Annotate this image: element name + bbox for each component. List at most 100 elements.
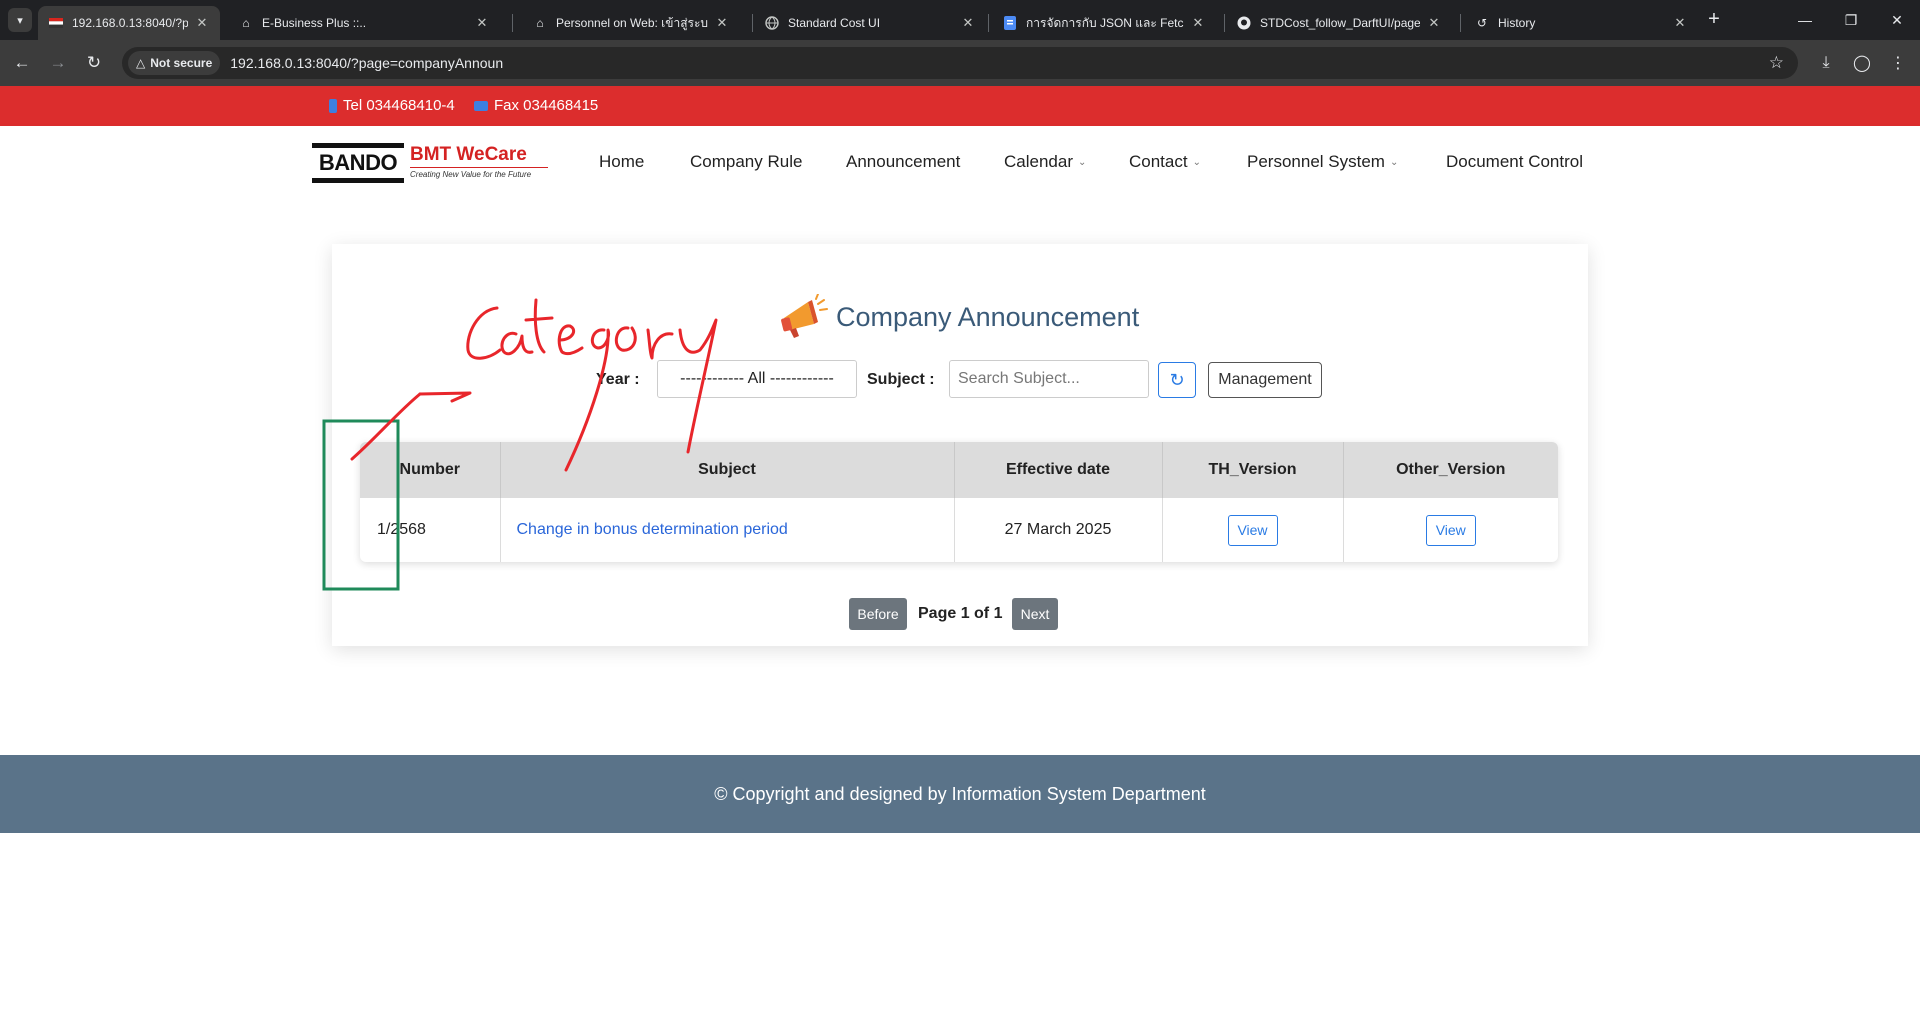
fax-icon (474, 100, 488, 111)
tab-github[interactable]: STDCost_follow_DarftUI/pages/ ✕ (1226, 6, 1452, 40)
nav-company-rule[interactable]: Company Rule (690, 152, 802, 172)
tab-separator (988, 14, 989, 32)
nav-calendar[interactable]: Calendar ⌄ (1004, 152, 1086, 172)
close-tab-icon[interactable]: ✕ (194, 15, 210, 31)
cell-number: 1/2568 (360, 498, 501, 562)
th-view-button[interactable]: View (1227, 514, 1278, 546)
nav-document-control[interactable]: Document Control (1446, 152, 1583, 172)
management-button[interactable]: Management (1208, 362, 1322, 398)
other-view-button[interactable]: View (1425, 514, 1476, 546)
announcement-table: Number Subject Effective date TH_Version… (360, 442, 1558, 562)
nav-label: Document Control (1446, 152, 1584, 171)
kebab-menu-icon[interactable]: ⋮ (1884, 49, 1912, 77)
restore-icon[interactable]: ❐ (1828, 0, 1874, 40)
column-header-subject: Subject (500, 442, 955, 498)
address-bar[interactable]: △ Not secure 192.168.0.13:8040/?page=com… (122, 47, 1798, 79)
tab-ebusiness[interactable]: ⌂ E-Business Plus ::.. ✕ (228, 6, 500, 40)
chevron-down-icon: ⌄ (1389, 156, 1399, 168)
close-tab-icon[interactable]: ✕ (960, 15, 976, 31)
refresh-icon: ↻ (1169, 369, 1185, 390)
nav-home[interactable]: Home (599, 152, 644, 172)
nav-contact[interactable]: Contact ⌄ (1129, 152, 1201, 172)
window-close-icon[interactable]: ✕ (1874, 0, 1920, 40)
close-tab-icon[interactable]: ✕ (1426, 15, 1442, 31)
close-tab-icon[interactable]: ✕ (1672, 15, 1688, 31)
pagination: Before Page 1 of 1 Next (332, 598, 1588, 630)
tab-separator (1224, 14, 1225, 32)
bookmark-star-icon[interactable]: ☆ (1769, 53, 1784, 73)
not-secure-chip[interactable]: △ Not secure (128, 51, 221, 75)
cell-th-version: View (1162, 498, 1344, 562)
new-tab-plus-icon[interactable]: + (1700, 8, 1728, 32)
chevron-down-icon: ⌄ (1078, 156, 1087, 168)
tab-separator (512, 14, 513, 32)
forward-arrow-icon[interactable]: → (44, 49, 72, 77)
nav-announcement[interactable]: Announcement (846, 152, 960, 172)
logo-tagline: Creating New Value for the Future (410, 170, 532, 179)
flag-icon (48, 15, 64, 31)
title-text: Company Announcement (836, 301, 1140, 332)
github-icon (1236, 15, 1252, 31)
close-tab-icon[interactable]: ✕ (1190, 15, 1206, 31)
nav-label: Calendar (1004, 152, 1073, 171)
tab-title: Personnel on Web: เข้าสู่ระบบ (556, 15, 708, 30)
tab-history[interactable]: ↺ History ✕ (1464, 6, 1698, 40)
tab-title: Standard Cost UI (788, 16, 881, 30)
logo-brand: BANDO (312, 143, 404, 183)
main-content: Company Announcement Year : ------------… (0, 198, 1920, 755)
refresh-button[interactable]: ↻ (1158, 362, 1196, 398)
tab-title: การจัดการกับ JSON และ Fetch API (1026, 15, 1184, 30)
nav-label: Announcement (846, 152, 961, 171)
tab-title: E-Business Plus ::.. (262, 16, 367, 30)
nav-label: Home (599, 152, 645, 171)
tab-separator (752, 14, 753, 32)
year-select[interactable]: ------------ All ------------ (657, 360, 857, 398)
table-row: 1/2568 Change in bonus determination per… (360, 498, 1558, 562)
page-indicator: Page 1 of 1 (918, 605, 1003, 622)
column-header-th-version: TH_Version (1162, 442, 1344, 498)
tab-json-fetch[interactable]: การจัดการกับ JSON และ Fetch API ✕ (992, 6, 1216, 40)
tab-separator (1460, 14, 1461, 32)
nav-label: Contact (1129, 152, 1188, 171)
not-secure-label: Not secure (150, 56, 213, 70)
tel-text: Tel 034468410-4 (343, 97, 455, 114)
reload-icon[interactable]: ↻ (80, 49, 108, 77)
logo-name: BMT WeCare (410, 144, 527, 165)
download-icon[interactable]: ⤓ (1812, 49, 1840, 77)
home-icon: ⌂ (242, 16, 250, 30)
browser-tab-strip: ▾ 192.168.0.13:8040/?page=comp ✕ ⌂ E-Bus… (0, 0, 1920, 40)
warning-triangle-icon: △ (136, 56, 146, 70)
site-logo[interactable]: BANDO BMT WeCare Creating New Value for … (312, 142, 548, 184)
nav-label: Company Rule (690, 152, 803, 171)
close-tab-icon[interactable]: ✕ (474, 15, 490, 31)
doc-icon (1002, 15, 1018, 31)
profile-icon[interactable]: ◯ (1848, 49, 1876, 77)
browser-toolbar: ← → ↻ △ Not secure 192.168.0.13:8040/?pa… (0, 40, 1920, 86)
announcement-card: Company Announcement Year : ------------… (332, 244, 1588, 646)
close-tab-icon[interactable]: ✕ (714, 15, 730, 31)
minimize-icon[interactable]: — (1782, 0, 1828, 40)
chevron-down-icon: ⌄ (1192, 156, 1201, 168)
column-header-other-version: Other_Version (1343, 442, 1558, 498)
url-text[interactable]: 192.168.0.13:8040/?page=companyAnnoun (230, 55, 503, 71)
next-button[interactable]: Next (1012, 598, 1058, 630)
nav-label: Personnel System (1247, 152, 1385, 171)
column-header-number: Number (360, 442, 501, 498)
back-arrow-icon[interactable]: ← (8, 49, 36, 77)
subject-link[interactable]: Change in bonus determination period (500, 498, 955, 562)
home-icon: ⌂ (536, 16, 544, 30)
table-header-row: Number Subject Effective date TH_Version… (360, 442, 1558, 498)
tab-active[interactable]: 192.168.0.13:8040/?page=comp ✕ (38, 6, 220, 40)
tab-title: History (1498, 16, 1536, 30)
contact-topbar: Tel 034468410-4 Fax 034468415 (0, 86, 1920, 126)
year-label: Year : (596, 371, 640, 388)
tel-info: Tel 034468410-4 (329, 97, 455, 114)
footer-copyright: © Copyright and designed by Information … (714, 783, 1206, 804)
tab-personnel-web[interactable]: ⌂ Personnel on Web: เข้าสู่ระบบ ✕ (522, 6, 740, 40)
tab-search-chevron-icon[interactable]: ▾ (8, 8, 32, 32)
nav-personnel-system[interactable]: Personnel System ⌄ (1247, 152, 1398, 172)
tab-standard-cost[interactable]: Standard Cost UI ✕ (754, 6, 986, 40)
tab-title: 192.168.0.13:8040/?page=comp (72, 16, 188, 30)
subject-search-input[interactable]: Search Subject... (949, 360, 1149, 398)
before-button[interactable]: Before (849, 598, 907, 630)
